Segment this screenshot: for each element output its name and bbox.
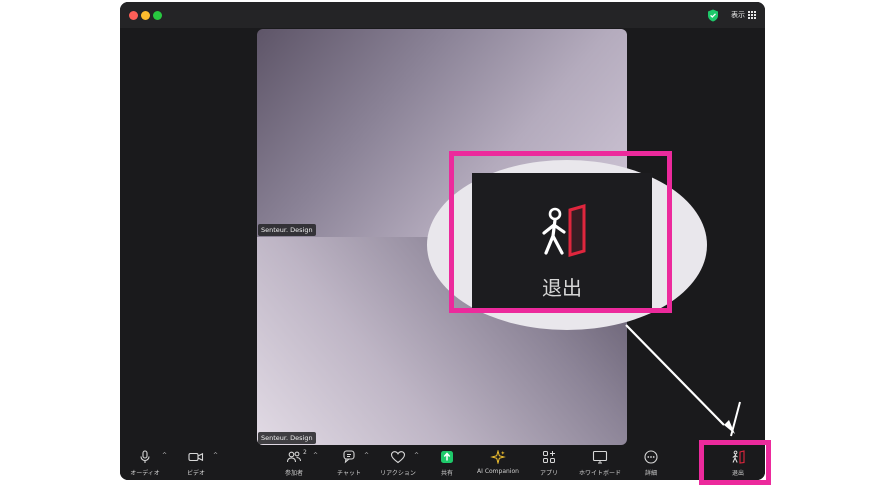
highlight-frame-leave-button [699,440,771,485]
screenshot: 表示 Senteur. Design Senteur. Design オーディオ… [0,0,883,497]
callout-pointer-lines [625,324,741,437]
